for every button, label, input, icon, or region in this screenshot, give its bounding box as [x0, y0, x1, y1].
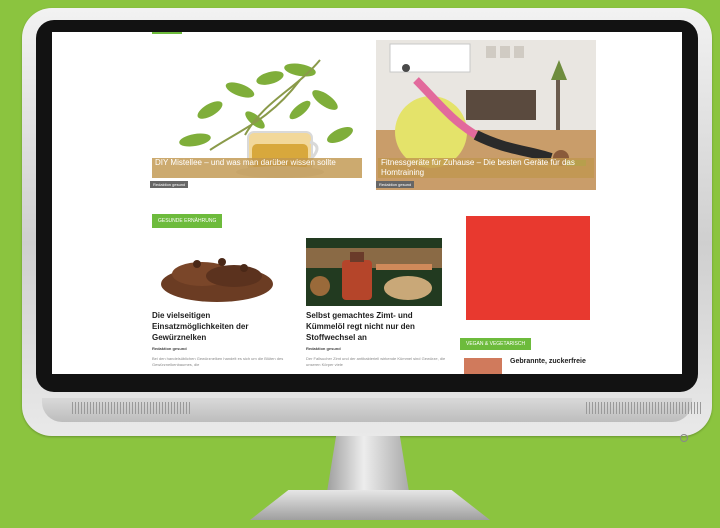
hero1-caption[interactable]: DIY Mistellee – und was man darüber wiss… — [152, 158, 362, 178]
hero-article-mistletoe[interactable]: DIY Mistellee – und was man darüber wiss… — [150, 40, 364, 190]
power-icon — [680, 434, 688, 442]
hero1-author-tag: Redaktion gesund — [150, 181, 189, 188]
hero2-author-tag: Redaktion gesund — [376, 181, 415, 188]
monitor: DIY Mistellee – und was man darüber wiss… — [22, 8, 712, 442]
nav-indicator — [152, 32, 182, 34]
monitor-stand-base — [250, 490, 490, 520]
screen-bezel: DIY Mistellee – und was man darüber wiss… — [36, 20, 698, 392]
card2-title[interactable]: Selbst gemachtes Zimt- und Kümmelöl regt… — [306, 310, 446, 343]
card2-author: Redaktion gesund — [306, 346, 341, 351]
sidebar-thumb-image[interactable] — [464, 358, 502, 374]
section-label-vegan[interactable]: VEGAN & VEGETARISCH — [460, 338, 532, 350]
speaker-grille-left — [72, 402, 190, 414]
hero2-caption[interactable]: Fitnessgeräte für Zuhause – Die besten G… — [378, 158, 594, 178]
spice-oil-image[interactable] — [306, 238, 442, 306]
hero-article-fitness[interactable]: Fitnessgeräte für Zuhause – Die besten G… — [376, 40, 596, 190]
website-screen: DIY Mistellee – und was man darüber wiss… — [52, 32, 682, 374]
monitor-stand-neck — [326, 436, 410, 498]
sidebar-article-title[interactable]: Gebrannte, zuckerfreie — [510, 358, 600, 365]
card1-author: Redaktion gesund — [152, 346, 187, 351]
card2-excerpt: Der Fallsucher Zimt und der antibakterie… — [306, 356, 446, 367]
card1-excerpt: Bei den handelsüblichen Gewürznelken han… — [152, 356, 284, 367]
cloves-image[interactable] — [152, 238, 282, 306]
card1-title[interactable]: Die vielseitigen Einsatzmöglichkeiten de… — [152, 310, 292, 343]
advertisement-block[interactable] — [466, 216, 590, 320]
section-label-healthy-food[interactable]: GESUNDE ERNÄHRUNG — [152, 214, 223, 228]
speaker-grille-right — [586, 402, 702, 414]
